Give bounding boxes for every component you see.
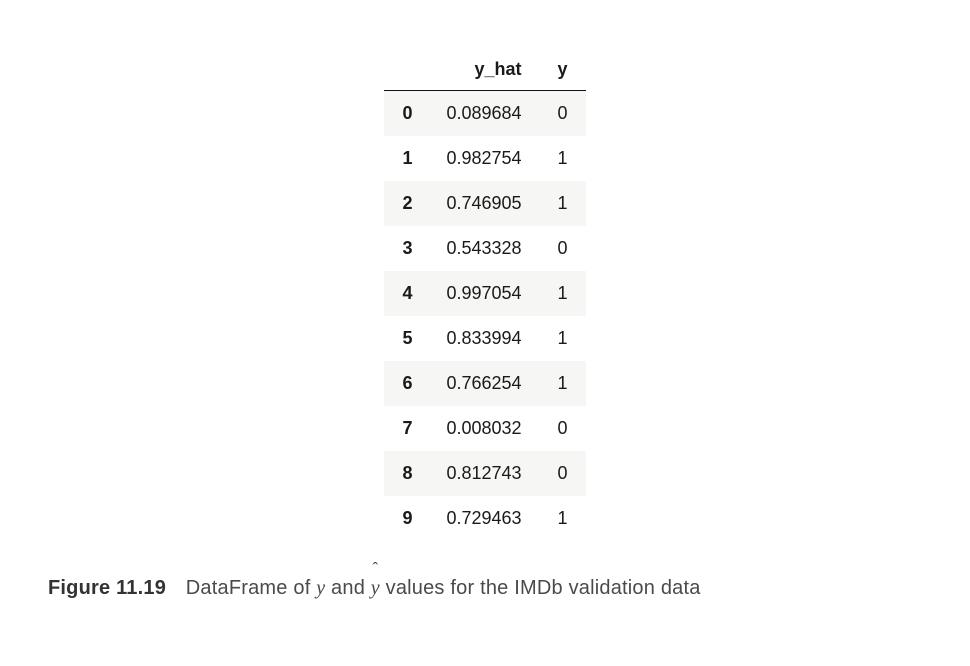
row-index: 8	[384, 451, 428, 496]
figure-label: Figure 11.19	[48, 577, 166, 599]
cell-yhat: 0.997054	[428, 271, 539, 316]
variable-yhat: ˆy	[371, 577, 380, 600]
table-row: 1 0.982754 1	[384, 136, 585, 181]
cell-yhat: 0.089684	[428, 90, 539, 136]
header-index	[384, 49, 428, 91]
table-row: 4 0.997054 1	[384, 271, 585, 316]
cell-y: 1	[540, 496, 586, 541]
caption-text-and: and	[325, 577, 370, 599]
cell-yhat: 0.812743	[428, 451, 539, 496]
cell-y: 0	[540, 406, 586, 451]
cell-yhat: 0.982754	[428, 136, 539, 181]
cell-y: 1	[540, 361, 586, 406]
table-row: 0 0.089684 0	[384, 90, 585, 136]
row-index: 5	[384, 316, 428, 361]
cell-yhat: 0.746905	[428, 181, 539, 226]
cell-y: 0	[540, 226, 586, 271]
cell-yhat: 0.833994	[428, 316, 539, 361]
table-row: 7 0.008032 0	[384, 406, 585, 451]
cell-yhat: 0.729463	[428, 496, 539, 541]
header-yhat: y_hat	[428, 49, 539, 91]
table-row: 2 0.746905 1	[384, 181, 585, 226]
cell-y: 1	[540, 181, 586, 226]
cell-y: 1	[540, 136, 586, 181]
figure-caption: Figure 11.19 DataFrame of y and ˆy value…	[0, 577, 970, 618]
table-row: 5 0.833994 1	[384, 316, 585, 361]
row-index: 2	[384, 181, 428, 226]
table-row: 8 0.812743 0	[384, 451, 585, 496]
row-index: 6	[384, 361, 428, 406]
table-row: 9 0.729463 1	[384, 496, 585, 541]
caption-text-post: values for the IMDb validation data	[380, 577, 701, 599]
header-y: y	[540, 49, 586, 91]
cell-y: 1	[540, 271, 586, 316]
cell-yhat: 0.766254	[428, 361, 539, 406]
cell-y: 0	[540, 451, 586, 496]
variable-y: y	[316, 577, 325, 599]
caption-text-pre: DataFrame of	[186, 577, 316, 599]
row-index: 9	[384, 496, 428, 541]
row-index: 0	[384, 90, 428, 136]
table-row: 6 0.766254 1	[384, 361, 585, 406]
header-row: y_hat y	[384, 49, 585, 91]
cell-yhat: 0.543328	[428, 226, 539, 271]
table-row: 3 0.543328 0	[384, 226, 585, 271]
cell-yhat: 0.008032	[428, 406, 539, 451]
row-index: 3	[384, 226, 428, 271]
row-index: 1	[384, 136, 428, 181]
dataframe-table: y_hat y 0 0.089684 0 1 0.982754 1 2 0.74…	[384, 49, 585, 541]
row-index: 4	[384, 271, 428, 316]
row-index: 7	[384, 406, 428, 451]
cell-y: 1	[540, 316, 586, 361]
variable-yhat-base: y	[371, 577, 380, 599]
cell-y: 0	[540, 90, 586, 136]
dataframe-table-container: y_hat y 0 0.089684 0 1 0.982754 1 2 0.74…	[384, 49, 585, 541]
